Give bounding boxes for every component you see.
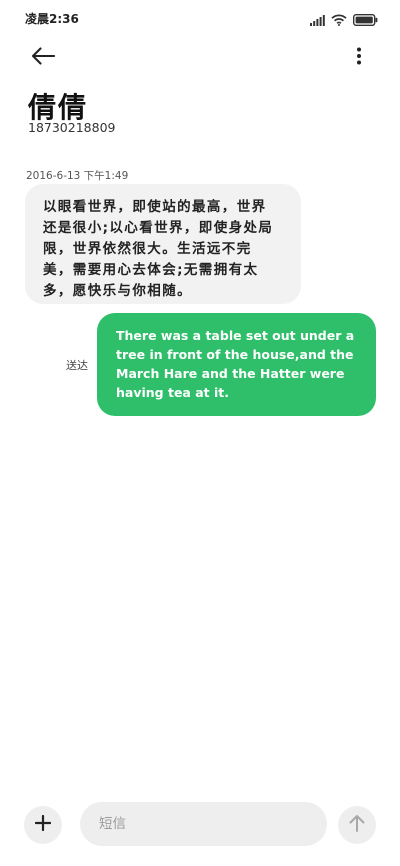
battery-icon — [352, 11, 378, 30]
back-button[interactable] — [27, 45, 59, 71]
arrow-up-icon — [349, 814, 365, 836]
delivery-status: 送达 — [66, 359, 88, 372]
message-timestamp: 2016-6-13 下午1:49 — [26, 170, 129, 182]
arrow-left-icon — [31, 47, 56, 69]
add-attachment-button[interactable] — [24, 806, 62, 844]
status-time: 凌晨2:36 — [25, 12, 79, 26]
outgoing-message-bubble[interactable]: There was a table set out under a tree i… — [97, 313, 376, 416]
contact-number[interactable]: 18730218809 — [28, 120, 115, 135]
signal-icon — [310, 11, 325, 30]
plus-icon — [34, 814, 52, 835]
sms-input[interactable] — [80, 802, 327, 846]
wifi-icon — [331, 11, 347, 30]
more-options-button[interactable] — [351, 45, 367, 71]
messaging-screen: 凌晨2:36 倩倩 18730218809 2016-6-13 下午1:49 以… — [0, 0, 400, 866]
send-button[interactable] — [338, 806, 376, 844]
more-vertical-icon — [356, 47, 362, 69]
status-icons — [310, 11, 378, 30]
status-bar: 凌晨2:36 — [0, 0, 400, 36]
incoming-message-bubble[interactable]: 以眼看世界，即使站的最高，世界还是很小;以心看世界，即使身处局限，世界依然很大。… — [25, 184, 301, 304]
